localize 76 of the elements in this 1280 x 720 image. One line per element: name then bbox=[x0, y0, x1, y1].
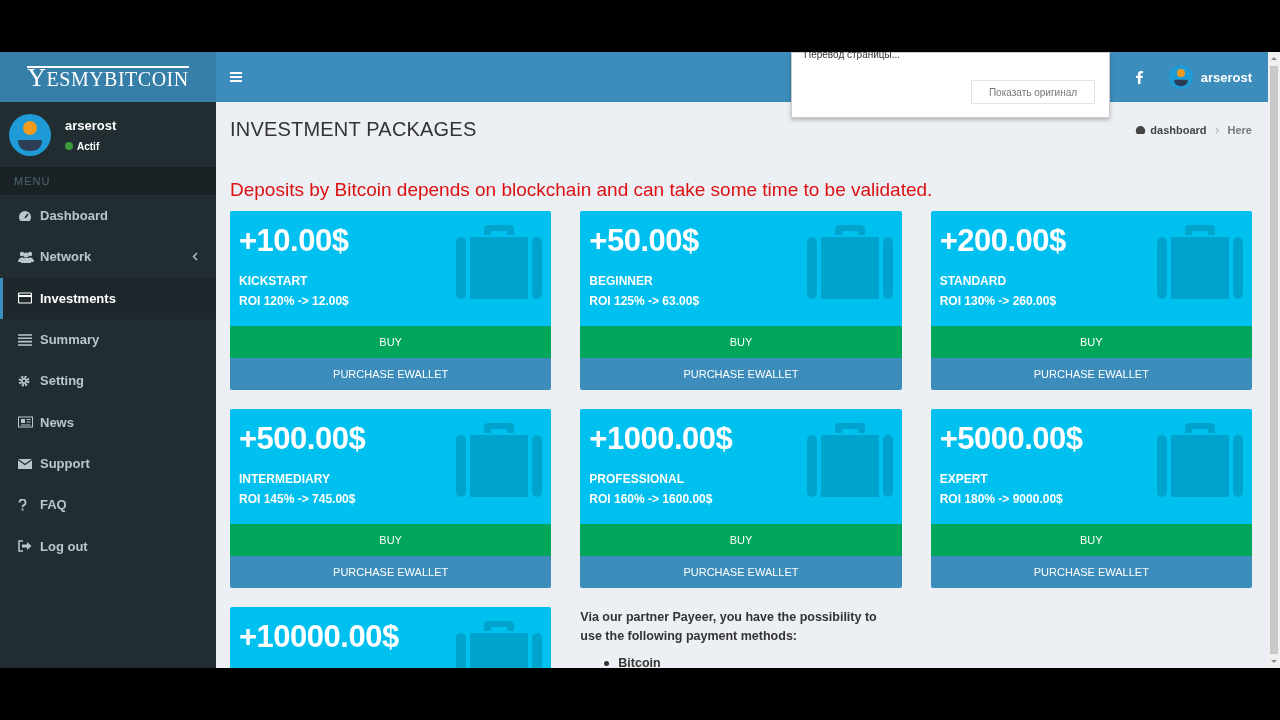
package-roi: ROI 120% -> 12.00$ bbox=[239, 293, 350, 310]
package-name: EXPERT bbox=[939, 471, 989, 488]
avatar-icon bbox=[1168, 65, 1193, 89]
package-amount: +10000.00$ bbox=[239, 618, 399, 656]
briefcase-icon bbox=[456, 225, 543, 299]
user-status: Actif bbox=[77, 140, 100, 152]
facebook-icon[interactable] bbox=[1135, 70, 1143, 84]
user-name[interactable]: arserost bbox=[1200, 69, 1252, 85]
buy-button[interactable]: BUY bbox=[580, 524, 902, 556]
package-name: BEGINNER bbox=[589, 273, 654, 290]
payment-info-text: Via our partner Payeer, you have the possibility to use the following payment methods: bbox=[580, 609, 878, 645]
purchase-ewallet-button[interactable]: PURCHASE EWALLET bbox=[580, 358, 902, 390]
purchase-ewallet-button[interactable]: PURCHASE EWALLET bbox=[230, 556, 552, 588]
package-roi: ROI 180% -> 9000.00$ bbox=[939, 491, 1064, 508]
sidebar-item[interactable]: News bbox=[0, 401, 216, 443]
sidebar-item[interactable]: Investments bbox=[0, 277, 216, 319]
buy-button[interactable]: BUY bbox=[580, 326, 902, 358]
package-amount: +5000.00$ bbox=[939, 420, 1083, 458]
question-icon bbox=[18, 498, 27, 511]
logo-text: YESMYBITCOIN bbox=[27, 66, 189, 88]
package-amount: +200.00$ bbox=[939, 222, 1066, 260]
bullet-icon bbox=[604, 661, 610, 666]
buy-button[interactable]: BUY bbox=[930, 326, 1252, 358]
package-roi: ROI 130% -> 260.00$ bbox=[939, 293, 1058, 310]
package-name: STANDARD bbox=[939, 273, 1008, 290]
payment-method: Bitcoin bbox=[618, 655, 661, 668]
newspaper-icon bbox=[18, 416, 33, 429]
sidebar-item[interactable]: Log out bbox=[0, 525, 216, 567]
package-amount: +10.00$ bbox=[239, 222, 349, 260]
menu-heading: MENU bbox=[14, 175, 51, 187]
sidebar-item[interactable]: Support bbox=[0, 442, 216, 485]
package-name: INTERMEDIARY bbox=[239, 471, 331, 488]
briefcase-icon bbox=[456, 423, 543, 497]
package-roi: ROI 145% -> 745.00$ bbox=[239, 491, 357, 508]
user-name: arserost bbox=[65, 117, 117, 133]
credit-card-icon bbox=[18, 292, 32, 305]
sidebar-item[interactable]: Network bbox=[0, 236, 216, 278]
scrollbar[interactable] bbox=[1270, 66, 1278, 654]
breadcrumb-link[interactable]: dashboard bbox=[1135, 124, 1207, 136]
menu-icon[interactable] bbox=[230, 72, 242, 82]
page-title: INVESTMENT PACKAGES bbox=[230, 118, 477, 141]
package-amount: +50.00$ bbox=[589, 222, 699, 260]
package-roi: ROI 160% -> 1600.00$ bbox=[589, 491, 714, 508]
sidebar-item[interactable]: FAQ bbox=[0, 484, 216, 526]
users-icon bbox=[18, 250, 34, 263]
buy-button[interactable]: BUY bbox=[930, 524, 1252, 556]
sidebar-item[interactable]: Summary bbox=[0, 318, 216, 361]
list-icon bbox=[18, 333, 32, 346]
package-name: KICKSTART bbox=[239, 273, 309, 290]
status-dot-icon bbox=[65, 142, 73, 150]
envelope-icon bbox=[18, 457, 32, 469]
purchase-ewallet-button[interactable]: PURCHASE EWALLET bbox=[230, 358, 552, 390]
settings-icon bbox=[18, 374, 30, 387]
package-amount: +1000.00$ bbox=[589, 420, 733, 458]
chevron-right-icon bbox=[1214, 126, 1220, 134]
briefcase-icon bbox=[806, 423, 893, 497]
avatar-icon bbox=[9, 113, 51, 156]
package-amount: +500.00$ bbox=[239, 420, 366, 458]
buy-button[interactable]: BUY bbox=[230, 524, 552, 556]
notice-text: Deposits by Bitcoin depends on blockchain and can take some time to be validated. bbox=[230, 179, 934, 201]
purchase-ewallet-button[interactable]: PURCHASE EWALLET bbox=[580, 556, 902, 588]
sidebar-item[interactable]: Dashboard bbox=[0, 195, 216, 237]
briefcase-icon bbox=[1157, 423, 1243, 497]
package-name: PROFESSIONAL bbox=[589, 471, 685, 488]
package-roi: ROI 125% -> 63.00$ bbox=[589, 293, 701, 310]
logout-icon bbox=[18, 540, 32, 552]
briefcase-icon bbox=[1157, 225, 1243, 299]
sidebar-item[interactable]: Setting bbox=[0, 360, 216, 402]
briefcase-icon bbox=[806, 225, 893, 299]
dashboard-icon bbox=[18, 209, 32, 222]
breadcrumb-current: Here bbox=[1227, 124, 1252, 136]
purchase-ewallet-button[interactable]: PURCHASE EWALLET bbox=[930, 358, 1252, 390]
purchase-ewallet-button[interactable]: PURCHASE EWALLET bbox=[930, 556, 1252, 588]
show-original-button[interactable]: Показать оригинал bbox=[971, 80, 1095, 104]
buy-button[interactable]: BUY bbox=[230, 326, 552, 358]
dashboard-icon bbox=[1135, 125, 1147, 135]
